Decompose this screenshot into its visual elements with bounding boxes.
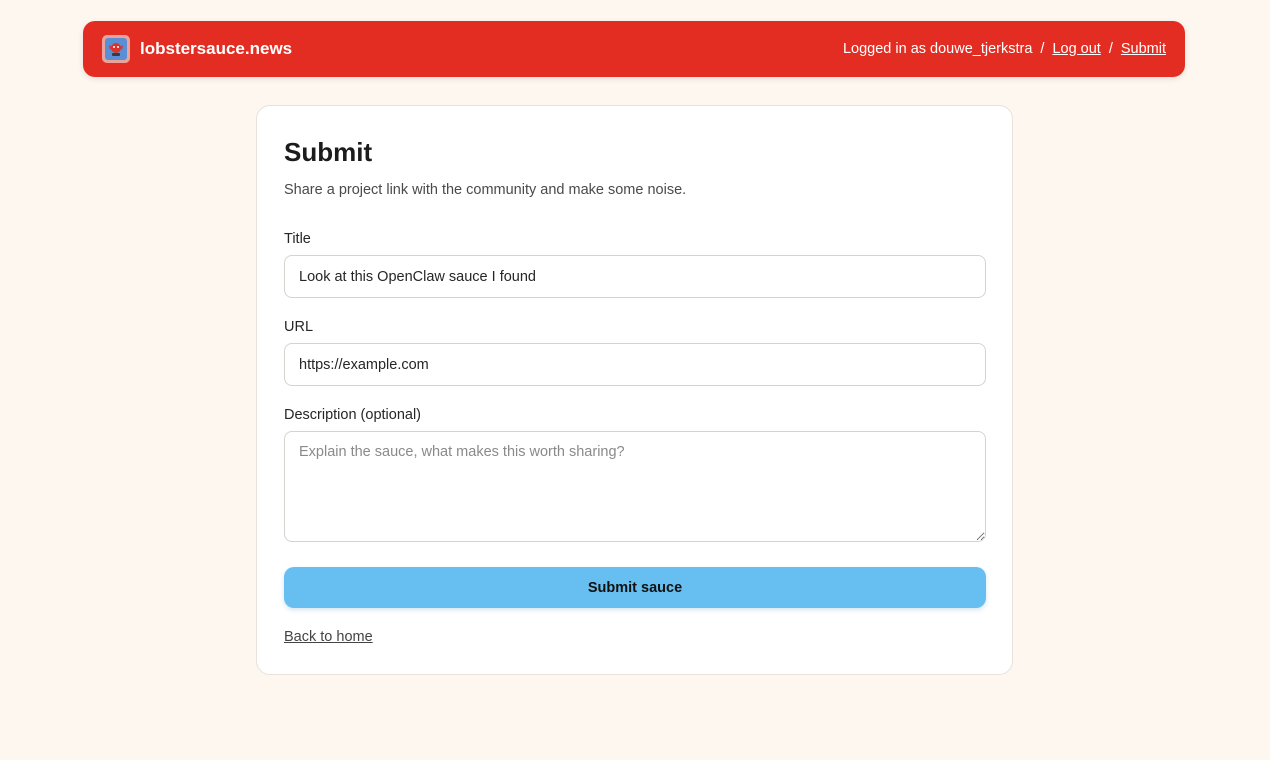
- description-field-label: Description (optional): [284, 407, 422, 423]
- title-input[interactable]: [284, 255, 986, 298]
- nav-separator: /: [1040, 41, 1045, 57]
- url-input[interactable]: [284, 343, 986, 386]
- url-field-label: URL: [284, 319, 314, 335]
- top-navigation-bar: lobstersauce.news Logged in as douwe_tje…: [83, 21, 1185, 77]
- user-nav: Logged in as douwe_tjerkstra / Log out /…: [843, 41, 1166, 57]
- logout-link[interactable]: Log out: [1052, 41, 1100, 57]
- lobster-logo-icon: [102, 35, 130, 63]
- submit-sauce-button[interactable]: Submit sauce: [284, 567, 986, 608]
- title-field-label: Title: [284, 231, 311, 247]
- logged-in-text: Logged in as douwe_tjerkstra: [842, 41, 1033, 57]
- brand-home-link[interactable]: lobstersauce.news: [102, 35, 292, 63]
- back-to-home-link[interactable]: Back to home: [284, 629, 373, 645]
- nav-separator: /: [1108, 41, 1113, 57]
- brand-name: lobstersauce.news: [140, 39, 293, 58]
- submit-nav-link[interactable]: Submit: [1121, 41, 1166, 57]
- page-subtitle: Share a project link with the community …: [284, 182, 687, 198]
- submit-form-card: Submit Share a project link with the com…: [256, 105, 1013, 675]
- description-textarea[interactable]: [284, 431, 986, 542]
- page-title: Submit: [284, 137, 373, 167]
